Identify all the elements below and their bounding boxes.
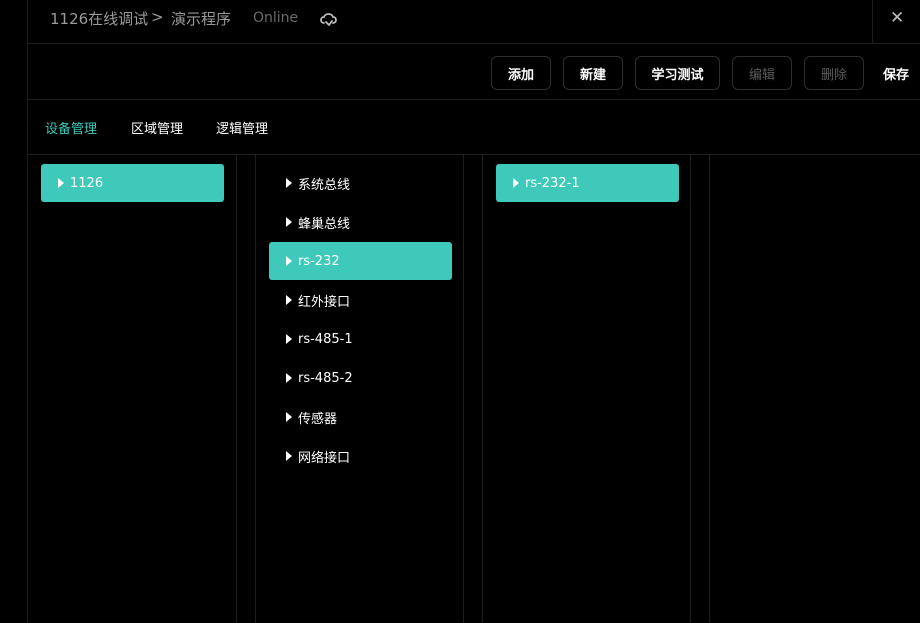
app-window: 1126在线调试 > 演示程序 Online ✕ 添加 新建 学习测试 编辑 删… (0, 0, 920, 623)
list-item-label: rs-232-1 (525, 175, 580, 191)
toolbar: 添加 新建 学习测试 编辑 删除 保存 (28, 44, 920, 100)
interface-item-rs-485-2[interactable]: rs-485-2 (269, 359, 452, 397)
tab-logic-management[interactable]: 逻辑管理 (216, 118, 268, 137)
interface-item-network[interactable]: 网络接口 (269, 437, 452, 475)
detail-column (709, 155, 920, 623)
list-item-label: 蜂巢总线 (298, 216, 351, 232)
list-item-label: rs-232 (298, 253, 340, 269)
caret-right-icon (286, 256, 292, 266)
interface-item-rs-232[interactable]: rs-232 (269, 242, 452, 280)
sub-item-rs-232-1[interactable]: rs-232-1 (496, 164, 679, 202)
title-bar: 1126在线调试 > 演示程序 Online ✕ (28, 0, 920, 44)
device-item-1126[interactable]: 1126 (41, 164, 224, 202)
caret-right-icon (286, 295, 292, 305)
tab-area-management[interactable]: 区域管理 (131, 118, 183, 137)
close-icon: ✕ (890, 8, 905, 28)
interface-item-rs-485-1[interactable]: rs-485-1 (269, 320, 452, 358)
interface-column: 系统总线 蜂巢总线 rs-232 红外接口 rs-485-1 rs-485-2 … (255, 155, 464, 623)
new-button[interactable]: 新建 (563, 56, 623, 90)
caret-right-icon (286, 334, 292, 344)
caret-right-icon (286, 451, 292, 461)
delete-button[interactable]: 删除 (804, 56, 864, 90)
list-item-label: 红外接口 (298, 294, 351, 310)
list-item-label: 传感器 (298, 411, 338, 427)
caret-right-icon (58, 178, 64, 188)
save-button[interactable]: 保存 (876, 56, 916, 90)
left-side-strip (0, 0, 28, 623)
list-item-label: rs-485-1 (298, 331, 353, 347)
cloud-sync-icon (318, 9, 340, 29)
interface-item-system-bus[interactable]: 系统总线 (269, 164, 452, 202)
list-item-label: rs-485-2 (298, 370, 353, 386)
list-item-label: 1126 (70, 175, 104, 191)
caret-right-icon (286, 178, 292, 188)
list-item-label: 系统总线 (298, 177, 351, 193)
learn-test-button[interactable]: 学习测试 (635, 56, 720, 90)
caret-right-icon (286, 217, 292, 227)
add-button[interactable]: 添加 (491, 56, 551, 90)
sub-item-column: rs-232-1 (482, 155, 691, 623)
caret-right-icon (513, 178, 519, 188)
connection-status: Online (253, 10, 299, 26)
device-column: 1126 (28, 155, 237, 623)
caret-right-icon (286, 373, 292, 383)
list-item-label: 网络接口 (298, 450, 351, 466)
breadcrumb-separator: > (151, 8, 164, 26)
breadcrumb-current: 演示程序 (171, 10, 232, 28)
interface-item-sensor[interactable]: 传感器 (269, 398, 452, 436)
tab-device-management[interactable]: 设备管理 (45, 118, 97, 137)
tab-bar: 设备管理 区域管理 逻辑管理 (28, 100, 920, 155)
breadcrumb-parent[interactable]: 1126在线调试 (50, 8, 148, 29)
edit-button[interactable]: 编辑 (732, 56, 792, 90)
caret-right-icon (286, 412, 292, 422)
interface-item-honeycomb-bus[interactable]: 蜂巢总线 (269, 203, 452, 241)
close-button[interactable]: ✕ (872, 0, 920, 44)
interface-item-infrared[interactable]: 红外接口 (269, 281, 452, 319)
